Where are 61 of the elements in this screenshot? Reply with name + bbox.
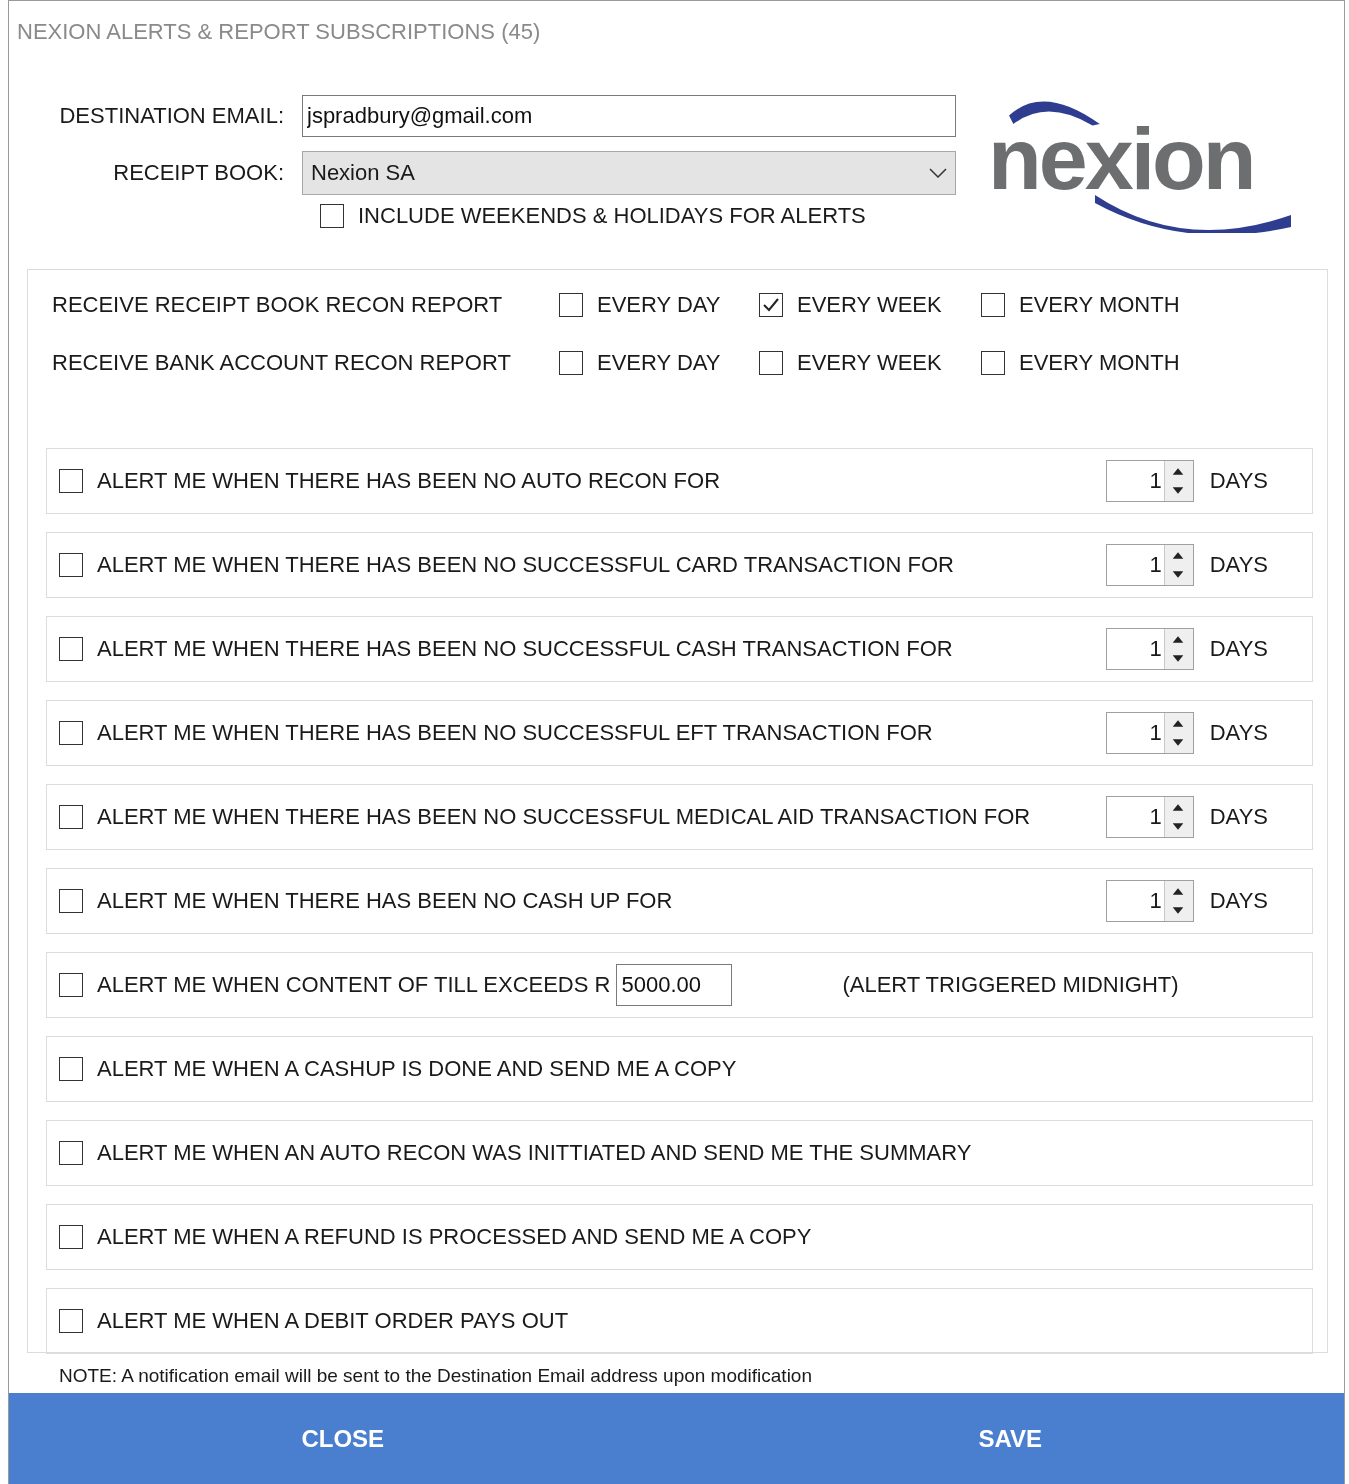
checkbox[interactable]	[759, 293, 783, 317]
unit-label: DAYS	[1209, 804, 1268, 830]
checkbox[interactable]	[59, 721, 83, 745]
checkbox[interactable]	[59, 1309, 83, 1333]
receipt-book-dropdown[interactable]: Nexion SA	[302, 151, 956, 195]
checkbox-label: EVERY DAY	[597, 292, 721, 318]
unit-label: DAYS	[1209, 888, 1268, 914]
unit-label: DAYS	[1209, 636, 1268, 662]
checkbox-label: EVERY MONTH	[1019, 350, 1180, 376]
checkbox[interactable]	[559, 293, 583, 317]
unit-label: DAYS	[1209, 552, 1268, 578]
checkbox-label: INCLUDE WEEKENDS & HOLIDAYS FOR ALERTS	[358, 203, 866, 229]
alert-label: ALERT ME WHEN THERE HAS BEEN NO SUCCESSFUL CASH TRANSACTION FOR	[97, 636, 953, 662]
email-field[interactable]: jspradbury@gmail.com	[302, 95, 956, 137]
checkbox-label: EVERY WEEK	[797, 350, 942, 376]
number-spinner[interactable]: 1	[1105, 880, 1194, 922]
alert-label: ALERT ME WHEN AN AUTO RECON WAS INITTIATED AND SEND ME THE SUMMARY	[97, 1140, 972, 1166]
alert-label: ALERT ME WHEN THERE HAS BEEN NO SUCCESSFUL CARD TRANSACTION FOR	[97, 552, 954, 578]
checkbox-label: EVERY MONTH	[1019, 292, 1180, 318]
alert-label: ALERT ME WHEN A DEBIT ORDER PAYS OUT	[97, 1308, 569, 1334]
number-spinner[interactable]: 1	[1105, 712, 1194, 754]
number-spinner[interactable]: 1	[1105, 544, 1194, 586]
checkbox[interactable]	[981, 293, 1005, 317]
report-label: RECEIVE BANK ACCOUNT RECON REPORT	[52, 350, 512, 376]
checkbox[interactable]	[59, 1225, 83, 1249]
checkbox[interactable]	[981, 351, 1005, 375]
alert-label: ALERT ME WHEN A REFUND IS PROCESSED AND SEND ME A COPY	[97, 1224, 812, 1250]
alert-label: ALERT ME WHEN A CASHUP IS DONE AND SEND ME A COPY	[97, 1056, 737, 1082]
checkbox[interactable]	[759, 351, 783, 375]
alert-label: ALERT ME WHEN CONTENT OF TILL EXCEEDS R	[97, 972, 611, 998]
number-spinner[interactable]: 1	[1105, 796, 1194, 838]
checkbox[interactable]	[59, 1057, 83, 1081]
alert-label: ALERT ME WHEN THERE HAS BEEN NO AUTO RECON FOR	[97, 468, 721, 494]
checkbox[interactable]	[59, 469, 83, 493]
field-label: RECEIPT BOOK:	[112, 160, 285, 186]
checkbox[interactable]	[320, 204, 344, 228]
window-title: NEXION ALERTS & REPORT SUBSCRIPTIONS (45)	[16, 18, 542, 46]
checkbox[interactable]	[59, 889, 83, 913]
checkbox[interactable]	[59, 637, 83, 661]
checkbox[interactable]	[59, 973, 83, 997]
logo-arc-icon	[1093, 193, 1293, 233]
unit-label: DAYS	[1209, 468, 1268, 494]
unit-label: DAYS	[1209, 720, 1268, 746]
checkbox[interactable]	[59, 805, 83, 829]
alert-label: ALERT ME WHEN THERE HAS BEEN NO CASH UP FOR	[97, 888, 673, 914]
alert-note: (ALERT TRIGGERED MIDNIGHT)	[842, 972, 1179, 998]
field-label: DESTINATION EMAIL:	[58, 103, 285, 129]
chevron-down-icon	[929, 168, 947, 178]
number-spinner[interactable]: 1	[1105, 460, 1194, 502]
checkbox-label: EVERY WEEK	[797, 292, 942, 318]
amount-field[interactable]: 5000.00	[616, 964, 733, 1006]
checkbox-label: EVERY DAY	[597, 350, 721, 376]
checkbox[interactable]	[59, 553, 83, 577]
checkbox[interactable]	[559, 351, 583, 375]
report-label: RECEIVE RECEIPT BOOK RECON REPORT	[52, 292, 504, 318]
number-spinner[interactable]: 1	[1105, 628, 1194, 670]
alert-label: ALERT ME WHEN THERE HAS BEEN NO SUCCESSFUL EFT TRANSACTION FOR	[97, 720, 933, 746]
checkbox[interactable]	[59, 1141, 83, 1165]
alert-label: ALERT ME WHEN THERE HAS BEEN NO SUCCESSFUL MEDICAL AID TRANSACTION FOR	[97, 804, 1031, 830]
logo-text: nexion	[988, 127, 1254, 191]
note-text: NOTE: A notification email will be sent to the Destination Email address upon modification	[58, 1364, 813, 1388]
